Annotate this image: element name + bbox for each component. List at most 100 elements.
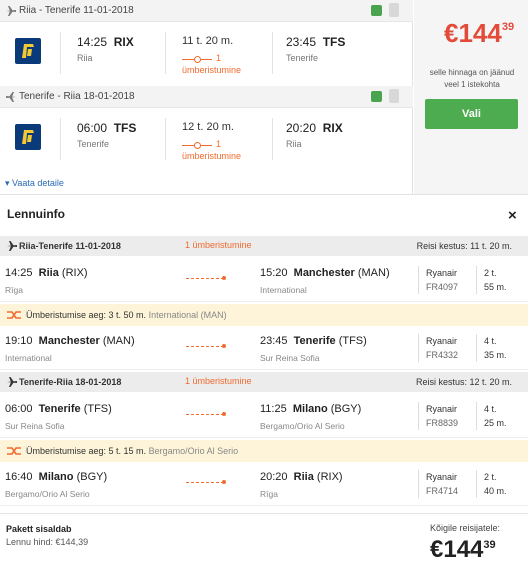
departure-airport: Sur Reina Sofia bbox=[5, 421, 65, 431]
segment-stops: 1 ümberistumine bbox=[185, 376, 252, 386]
flight-row: 06:00 Tenerife (TFS) Sur Reina Sofia 11:… bbox=[0, 394, 528, 438]
arrival-airport: Rīga bbox=[260, 489, 278, 499]
divider bbox=[418, 266, 419, 294]
package-footer: Pakett sisaldab Lennu hind: €144,39 Kõig… bbox=[0, 513, 528, 580]
flight-duration-minutes: 25 m. bbox=[484, 418, 507, 428]
price-panel: €14439 selle hinnaga on jäänud veel 1 is… bbox=[414, 0, 528, 194]
arrival-time: 20:20 RIX bbox=[286, 121, 343, 135]
show-details-label: Vaata detaile bbox=[12, 178, 64, 188]
stops-count: 1 bbox=[216, 139, 222, 149]
duration: 12 t. 20 m. bbox=[182, 121, 234, 133]
flight-duration-minutes: 35 m. bbox=[484, 350, 507, 360]
flight-duration-minutes: 55 m. bbox=[484, 282, 507, 292]
flight-departure: 19:10 Manchester (MAN) bbox=[5, 335, 135, 347]
segment-header-outbound: Riia-Tenerife 11-01-2018 1 ümberistumine… bbox=[0, 236, 528, 256]
stops-line bbox=[182, 56, 212, 63]
plane-icon bbox=[7, 241, 17, 251]
departure-airport: Rīga bbox=[5, 285, 23, 295]
divider bbox=[272, 118, 273, 160]
segment-duration: Reisi kestus: 12 t. 20 m. bbox=[415, 377, 512, 387]
divider bbox=[418, 470, 419, 498]
divider bbox=[165, 32, 166, 74]
divider bbox=[476, 470, 477, 498]
departure-time: 06:00 TFS bbox=[77, 121, 137, 135]
leg-body-outbound: 14:25 RIX Riia 11 t. 20 m. 1 ümberistumi… bbox=[0, 22, 413, 84]
total-price: €14439 bbox=[430, 536, 496, 563]
airline-name: Ryanair bbox=[426, 336, 458, 346]
plane-icon bbox=[6, 6, 16, 16]
offer-price: €14439 bbox=[444, 18, 515, 48]
flight-duration-minutes: 40 m. bbox=[484, 486, 507, 496]
all-passengers-label: Kõigile reisijatele: bbox=[430, 523, 501, 533]
flight-arrival: 15:20 Manchester (MAN) bbox=[260, 267, 390, 279]
flight-number: FR4332 bbox=[426, 350, 459, 360]
transfer-icon bbox=[7, 447, 21, 455]
ryanair-logo-icon bbox=[15, 124, 41, 150]
airline-name: Ryanair bbox=[426, 268, 458, 278]
flight-departure: 06:00 Tenerife (TFS) bbox=[5, 403, 112, 415]
divider bbox=[272, 32, 273, 74]
leg-header-title: Riia - Tenerife 11-01-2018 bbox=[19, 5, 134, 16]
segment-title: Riia-Tenerife 11-01-2018 bbox=[19, 241, 121, 251]
divider bbox=[476, 266, 477, 294]
segment-header-return: Tenerife-Riia 18-01-2018 1 ümberistumine… bbox=[0, 372, 528, 392]
departure-airport: International bbox=[5, 353, 52, 363]
leg-body-return: 06:00 TFS Tenerife 12 t. 20 m. 1 ümberis… bbox=[0, 108, 413, 170]
departure-city: Tenerife bbox=[77, 139, 110, 149]
departure-airport: Bergamo/Orio Al Serio bbox=[5, 489, 90, 499]
segment-duration: Reisi kestus: 11 t. 20 m. bbox=[416, 241, 512, 251]
arrival-airport: International bbox=[260, 285, 307, 295]
divider bbox=[60, 118, 61, 160]
flight-path-line bbox=[186, 480, 226, 484]
arrival-city: Riia bbox=[286, 139, 302, 149]
divider bbox=[476, 402, 477, 430]
flight-number: FR4097 bbox=[426, 282, 459, 292]
flight-row: 14:25 Riia (RIX) Rīga 15:20 Manchester (… bbox=[0, 258, 528, 302]
checked-bag-icon bbox=[389, 3, 399, 17]
package-flight-price: Lennu hind: €144,39 bbox=[6, 537, 89, 547]
seats-note-line1: selle hinnaga on jäänud bbox=[429, 68, 515, 77]
arrival-time: 23:45 TFS bbox=[286, 35, 346, 49]
flight-departure: 14:25 Riia (RIX) bbox=[5, 267, 88, 279]
transfer-text: Ümberistumise aeg: 3 t. 50 m. Internatio… bbox=[26, 310, 227, 320]
arrival-airport: Sur Reina Sofia bbox=[260, 353, 320, 363]
divider bbox=[418, 402, 419, 430]
plane-icon bbox=[7, 377, 17, 387]
stops-count: 1 bbox=[216, 53, 222, 63]
ryanair-logo-icon bbox=[15, 38, 41, 64]
stops-line bbox=[182, 142, 212, 149]
leg-header-title: Tenerife - Riia 18-01-2018 bbox=[19, 91, 135, 102]
flight-duration-hours: 4 t. bbox=[484, 404, 497, 414]
stops-label: ümberistumine bbox=[182, 151, 242, 161]
transfer-text: Ümberistumise aeg: 5 t. 15 m. Bergamo/Or… bbox=[26, 446, 239, 456]
arrival-city: Tenerife bbox=[286, 53, 319, 63]
stops-label: ümberistumine bbox=[182, 65, 242, 75]
package-title: Pakett sisaldab bbox=[6, 524, 72, 534]
divider bbox=[60, 32, 61, 74]
flight-row: 19:10 Manchester (MAN) International 23:… bbox=[0, 326, 528, 370]
select-button[interactable]: Vali bbox=[425, 99, 518, 129]
flight-duration-hours: 2 t. bbox=[484, 268, 497, 278]
close-icon[interactable]: × bbox=[508, 208, 517, 223]
flight-path-line bbox=[186, 276, 226, 280]
flight-arrival: 23:45 Tenerife (TFS) bbox=[260, 335, 367, 347]
airline-name: Ryanair bbox=[426, 472, 458, 482]
flight-row: 16:40 Milano (BGY) Bergamo/Orio Al Serio… bbox=[0, 462, 528, 506]
segment-title: Tenerife-Riia 18-01-2018 bbox=[19, 377, 122, 387]
leg-header-return: Tenerife - Riia 18-01-2018 bbox=[0, 86, 413, 108]
flight-number: FR8839 bbox=[426, 418, 459, 428]
show-details-link[interactable]: ▾ Vaata detaile bbox=[5, 178, 64, 189]
transfer-icon bbox=[7, 311, 21, 319]
flight-duration-hours: 4 t. bbox=[484, 336, 497, 346]
divider bbox=[418, 334, 419, 362]
airline-name: Ryanair bbox=[426, 404, 458, 414]
flight-arrival: 11:25 Milano (BGY) bbox=[260, 403, 362, 415]
flight-offer-card: Riia - Tenerife 11-01-2018 14:25 RIX Rii… bbox=[0, 0, 528, 194]
leg-header-outbound: Riia - Tenerife 11-01-2018 bbox=[0, 0, 413, 22]
plane-icon bbox=[6, 92, 16, 102]
divider bbox=[476, 334, 477, 362]
cabin-bag-icon bbox=[371, 91, 382, 102]
seats-note-line2: veel 1 istekohta bbox=[444, 80, 500, 89]
divider bbox=[0, 194, 528, 195]
itinerary-column: Riia - Tenerife 11-01-2018 14:25 RIX Rii… bbox=[0, 0, 413, 194]
